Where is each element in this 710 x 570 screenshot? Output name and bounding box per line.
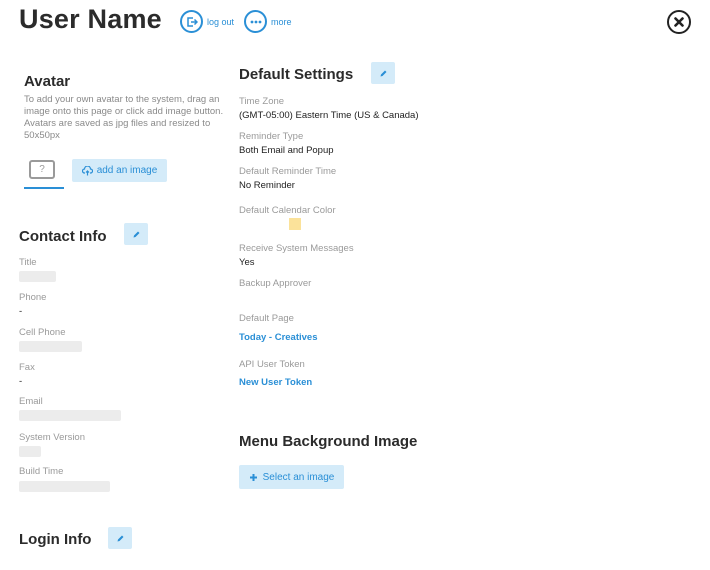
cell-phone-label: Cell Phone [19, 327, 66, 338]
upload-cloud-icon [81, 165, 93, 175]
logout-button[interactable] [180, 10, 203, 33]
pencil-icon [133, 231, 139, 237]
reminder-type-label: Reminder Type [239, 131, 304, 142]
new-user-token-link[interactable]: New User Token [239, 377, 312, 388]
login-info-heading: Login Info [19, 531, 92, 548]
time-zone-label: Time Zone [239, 96, 285, 107]
pencil-icon [117, 535, 123, 541]
phone-label: Phone [19, 292, 47, 303]
contact-info-heading: Contact Info [19, 228, 107, 245]
system-version-value-redacted [19, 446, 41, 457]
backup-approver-label: Backup Approver [239, 278, 312, 289]
select-image-label: Select an image [262, 471, 335, 483]
default-settings-heading: Default Settings [239, 66, 354, 83]
cell-phone-value-redacted [19, 341, 82, 352]
pencil-icon [380, 70, 386, 76]
system-version-label: System Version [19, 432, 85, 443]
avatar-placeholder: ? [29, 160, 55, 179]
receive-system-messages-value: Yes [239, 257, 255, 268]
email-label: Email [19, 396, 43, 407]
avatar-tab-underline [24, 187, 64, 189]
avatar-description: To add your own avatar to the system, dr… [24, 94, 224, 141]
fax-value: - [19, 376, 23, 387]
edit-default-settings-button[interactable] [371, 62, 395, 84]
add-image-button[interactable]: add an image [72, 159, 167, 182]
default-reminder-time-value: No Reminder [239, 180, 295, 191]
avatar-placeholder-glyph: ? [39, 164, 45, 175]
avatar-heading: Avatar [24, 73, 71, 90]
add-image-label: add an image [96, 165, 158, 176]
title-label: Title [19, 257, 37, 268]
close-button[interactable] [667, 10, 691, 34]
build-time-label: Build Time [19, 466, 64, 477]
time-zone-value: (GMT-05:00) Eastern Time (US & Canada) [239, 110, 419, 121]
calendar-color-swatch [289, 218, 301, 230]
edit-login-info-button[interactable] [108, 527, 132, 549]
phone-value: - [19, 306, 23, 317]
page-title: User Name [19, 4, 162, 34]
build-time-value-redacted [19, 481, 110, 492]
default-reminder-time-label: Default Reminder Time [239, 166, 337, 177]
receive-system-messages-label: Receive System Messages [239, 243, 354, 254]
close-icon [674, 17, 684, 27]
edit-contact-info-button[interactable] [124, 223, 148, 245]
reminder-type-value: Both Email and Popup [239, 145, 334, 156]
default-calendar-color-label: Default Calendar Color [239, 205, 336, 216]
title-value-redacted [19, 271, 56, 282]
default-page-link[interactable]: Today - Creatives [239, 332, 318, 343]
more-icon [250, 20, 261, 23]
plus-icon [249, 473, 257, 481]
menu-background-heading: Menu Background Image [239, 433, 418, 450]
fax-label: Fax [19, 362, 35, 373]
more-button[interactable] [244, 10, 267, 33]
logout-icon [186, 16, 198, 27]
api-user-token-label: API User Token [239, 359, 305, 370]
select-image-button[interactable]: Select an image [239, 465, 344, 489]
logout-link[interactable]: log out [207, 17, 234, 27]
default-page-label: Default Page [239, 313, 294, 324]
email-value-redacted [19, 410, 121, 421]
more-link[interactable]: more [271, 17, 292, 27]
